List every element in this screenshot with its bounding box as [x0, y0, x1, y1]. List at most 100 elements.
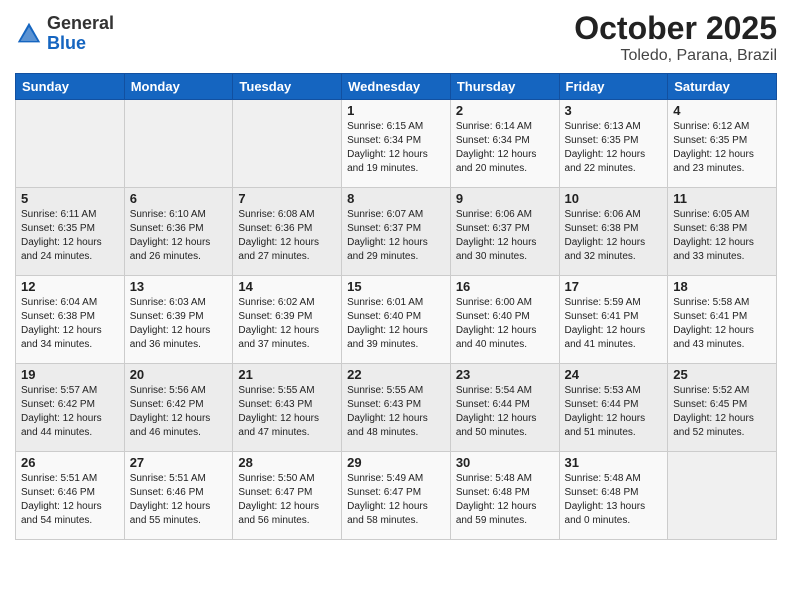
- day-number: 23: [456, 367, 554, 382]
- day-info: Sunrise: 5:52 AM Sunset: 6:45 PM Dayligh…: [673, 384, 771, 440]
- day-info: Sunrise: 6:06 AM Sunset: 6:37 PM Dayligh…: [456, 208, 554, 264]
- day-info: Sunrise: 5:55 AM Sunset: 6:43 PM Dayligh…: [238, 384, 336, 440]
- calendar-cell: 20 Sunrise: 5:56 AM Sunset: 6:42 PM Dayli…: [124, 364, 233, 452]
- day-number: 15: [347, 279, 445, 294]
- day-info: Sunrise: 5:51 AM Sunset: 6:46 PM Dayligh…: [21, 472, 119, 528]
- day-info: Sunrise: 5:58 AM Sunset: 6:41 PM Dayligh…: [673, 296, 771, 352]
- calendar-cell: 24 Sunrise: 5:53 AM Sunset: 6:44 PM Dayli…: [559, 364, 668, 452]
- day-number: 18: [673, 279, 771, 294]
- day-info: Sunrise: 6:05 AM Sunset: 6:38 PM Dayligh…: [673, 208, 771, 264]
- calendar-cell: 1 Sunrise: 6:15 AM Sunset: 6:34 PM Daylig…: [342, 100, 451, 188]
- day-info: Sunrise: 6:13 AM Sunset: 6:35 PM Dayligh…: [565, 120, 663, 176]
- calendar-cell: 25 Sunrise: 5:52 AM Sunset: 6:45 PM Dayli…: [668, 364, 777, 452]
- day-number: 20: [130, 367, 228, 382]
- calendar-cell: 26 Sunrise: 5:51 AM Sunset: 6:46 PM Dayli…: [16, 452, 125, 540]
- day-number: 2: [456, 103, 554, 118]
- calendar-cell: 12Sunrise: 6:04 AM Sunset: 6:38 PM Dayli…: [16, 276, 125, 364]
- day-info: Sunrise: 6:02 AM Sunset: 6:39 PM Dayligh…: [238, 296, 336, 352]
- calendar-cell: 16 Sunrise: 6:00 AM Sunset: 6:40 PM Dayli…: [450, 276, 559, 364]
- day-info: Sunrise: 5:57 AM Sunset: 6:42 PM Dayligh…: [21, 384, 119, 440]
- calendar-cell: 19Sunrise: 5:57 AM Sunset: 6:42 PM Dayli…: [16, 364, 125, 452]
- day-info: Sunrise: 6:00 AM Sunset: 6:40 PM Dayligh…: [456, 296, 554, 352]
- header: General Blue October 2025 Toledo, Parana…: [15, 10, 777, 65]
- day-info: Sunrise: 5:50 AM Sunset: 6:47 PM Dayligh…: [238, 472, 336, 528]
- logo-general: General: [47, 14, 114, 34]
- day-number: 14: [238, 279, 336, 294]
- calendar-cell: 17 Sunrise: 5:59 AM Sunset: 6:41 PM Dayli…: [559, 276, 668, 364]
- day-of-week-header: Sunday: [16, 74, 125, 100]
- calendar-cell: 23 Sunrise: 5:54 AM Sunset: 6:44 PM Dayli…: [450, 364, 559, 452]
- day-info: Sunrise: 6:08 AM Sunset: 6:36 PM Dayligh…: [238, 208, 336, 264]
- day-info: Sunrise: 6:15 AM Sunset: 6:34 PM Dayligh…: [347, 120, 445, 176]
- calendar-cell: 30 Sunrise: 5:48 AM Sunset: 6:48 PM Dayli…: [450, 452, 559, 540]
- calendar-cell: 28 Sunrise: 5:50 AM Sunset: 6:47 PM Dayli…: [233, 452, 342, 540]
- day-number: 1: [347, 103, 445, 118]
- logo-text: General Blue: [47, 14, 114, 54]
- days-of-week-row: SundayMondayTuesdayWednesdayThursdayFrid…: [16, 74, 777, 100]
- calendar-cell: 13 Sunrise: 6:03 AM Sunset: 6:39 PM Dayli…: [124, 276, 233, 364]
- day-of-week-header: Wednesday: [342, 74, 451, 100]
- day-info: Sunrise: 5:59 AM Sunset: 6:41 PM Dayligh…: [565, 296, 663, 352]
- calendar-cell: 9 Sunrise: 6:06 AM Sunset: 6:37 PM Daylig…: [450, 188, 559, 276]
- day-number: 3: [565, 103, 663, 118]
- calendar-cell: [124, 100, 233, 188]
- calendar-cell: 18 Sunrise: 5:58 AM Sunset: 6:41 PM Dayli…: [668, 276, 777, 364]
- day-number: 5: [21, 191, 119, 206]
- calendar-cell: [233, 100, 342, 188]
- calendar-cell: 6Sunrise: 6:10 AM Sunset: 6:36 PM Daylig…: [124, 188, 233, 276]
- day-info: Sunrise: 6:07 AM Sunset: 6:37 PM Dayligh…: [347, 208, 445, 264]
- day-number: 11: [673, 191, 771, 206]
- day-info: Sunrise: 5:48 AM Sunset: 6:48 PM Dayligh…: [456, 472, 554, 528]
- day-number: 9: [456, 191, 554, 206]
- calendar: SundayMondayTuesdayWednesdayThursdayFrid…: [15, 73, 777, 540]
- day-number: 13: [130, 279, 228, 294]
- day-number: 16: [456, 279, 554, 294]
- logo: General Blue: [15, 14, 114, 54]
- day-number: 25: [673, 367, 771, 382]
- day-of-week-header: Friday: [559, 74, 668, 100]
- day-number: 22: [347, 367, 445, 382]
- day-info: Sunrise: 6:11 AM Sunset: 6:35 PM Dayligh…: [21, 208, 119, 264]
- day-number: 6: [130, 191, 228, 206]
- calendar-cell: 27Sunrise: 5:51 AM Sunset: 6:46 PM Dayli…: [124, 452, 233, 540]
- page-subtitle: Toledo, Parana, Brazil: [574, 47, 777, 65]
- calendar-cell: 15 Sunrise: 6:01 AM Sunset: 6:40 PM Dayli…: [342, 276, 451, 364]
- calendar-cell: [668, 452, 777, 540]
- day-number: 30: [456, 455, 554, 470]
- calendar-cell: 14 Sunrise: 6:02 AM Sunset: 6:39 PM Dayli…: [233, 276, 342, 364]
- calendar-cell: 11 Sunrise: 6:05 AM Sunset: 6:38 PM Dayli…: [668, 188, 777, 276]
- day-number: 17: [565, 279, 663, 294]
- logo-icon: [15, 20, 43, 48]
- calendar-cell: 7 Sunrise: 6:08 AM Sunset: 6:36 PM Daylig…: [233, 188, 342, 276]
- day-number: 31: [565, 455, 663, 470]
- day-info: Sunrise: 5:56 AM Sunset: 6:42 PM Dayligh…: [130, 384, 228, 440]
- day-number: 21: [238, 367, 336, 382]
- calendar-week-row: 26 Sunrise: 5:51 AM Sunset: 6:46 PM Dayli…: [16, 452, 777, 540]
- page: General Blue October 2025 Toledo, Parana…: [0, 0, 792, 612]
- day-info: Sunrise: 5:53 AM Sunset: 6:44 PM Dayligh…: [565, 384, 663, 440]
- calendar-cell: 21 Sunrise: 5:55 AM Sunset: 6:43 PM Dayli…: [233, 364, 342, 452]
- day-info: Sunrise: 6:01 AM Sunset: 6:40 PM Dayligh…: [347, 296, 445, 352]
- day-number: 4: [673, 103, 771, 118]
- day-of-week-header: Tuesday: [233, 74, 342, 100]
- calendar-cell: 4Sunrise: 6:12 AM Sunset: 6:35 PM Daylig…: [668, 100, 777, 188]
- day-info: Sunrise: 5:51 AM Sunset: 6:46 PM Dayligh…: [130, 472, 228, 528]
- calendar-header: SundayMondayTuesdayWednesdayThursdayFrid…: [16, 74, 777, 100]
- day-info: Sunrise: 6:14 AM Sunset: 6:34 PM Dayligh…: [456, 120, 554, 176]
- day-info: Sunrise: 6:03 AM Sunset: 6:39 PM Dayligh…: [130, 296, 228, 352]
- day-number: 29: [347, 455, 445, 470]
- calendar-body: 1 Sunrise: 6:15 AM Sunset: 6:34 PM Daylig…: [16, 100, 777, 540]
- calendar-cell: 5 Sunrise: 6:11 AM Sunset: 6:35 PM Daylig…: [16, 188, 125, 276]
- day-number: 24: [565, 367, 663, 382]
- day-number: 8: [347, 191, 445, 206]
- day-number: 28: [238, 455, 336, 470]
- page-title: October 2025: [574, 10, 777, 47]
- calendar-week-row: 1 Sunrise: 6:15 AM Sunset: 6:34 PM Daylig…: [16, 100, 777, 188]
- day-info: Sunrise: 5:54 AM Sunset: 6:44 PM Dayligh…: [456, 384, 554, 440]
- day-number: 7: [238, 191, 336, 206]
- day-number: 26: [21, 455, 119, 470]
- calendar-cell: 10Sunrise: 6:06 AM Sunset: 6:38 PM Dayli…: [559, 188, 668, 276]
- logo-blue: Blue: [47, 34, 114, 54]
- day-number: 12: [21, 279, 119, 294]
- day-info: Sunrise: 6:06 AM Sunset: 6:38 PM Dayligh…: [565, 208, 663, 264]
